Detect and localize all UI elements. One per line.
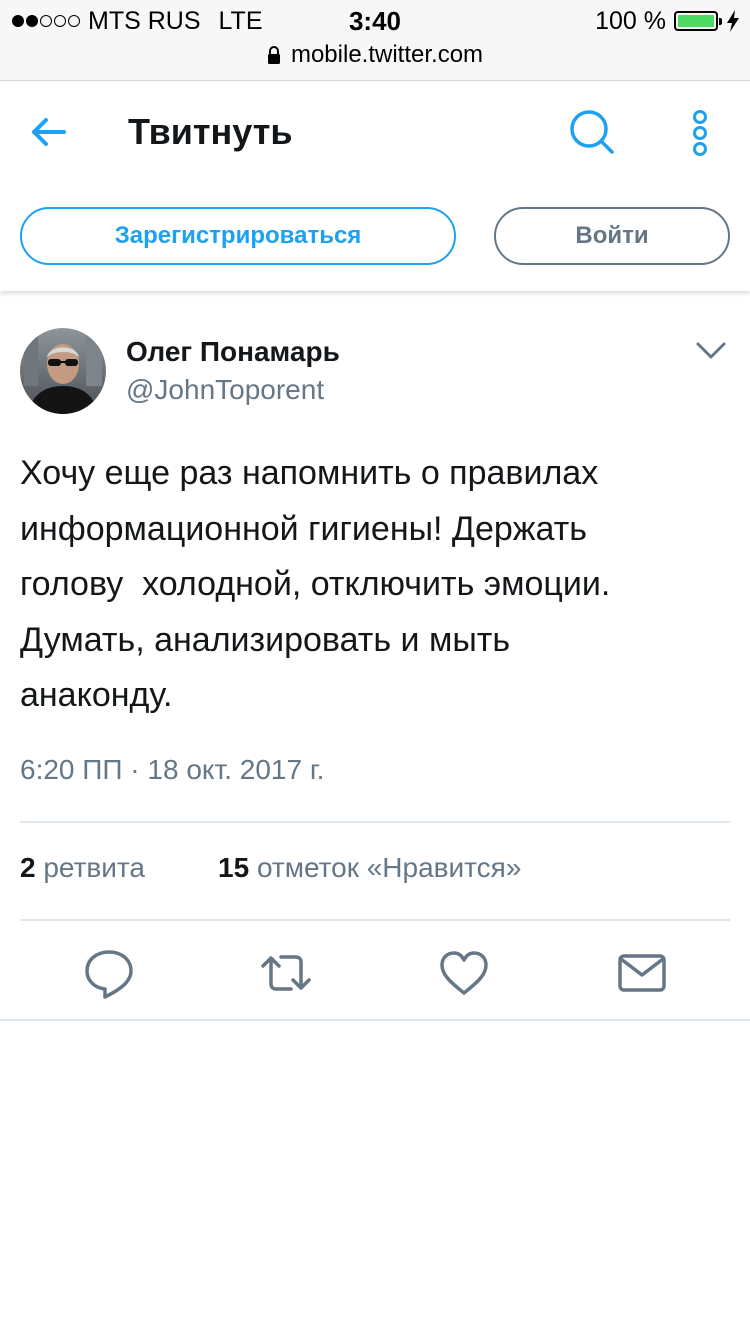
reply-icon[interactable]	[82, 946, 136, 1000]
network-label: LTE	[218, 6, 263, 35]
auth-bar: Зарегистрироваться Войти	[0, 185, 750, 291]
retweets-stat[interactable]: 2 ретвита	[20, 852, 145, 884]
tweet-text: Хочу еще раз напомнить о правилах информ…	[20, 454, 611, 714]
signup-button[interactable]: Зарегистрироваться	[20, 207, 456, 265]
signal-icon	[12, 15, 80, 27]
heart-icon[interactable]	[437, 946, 491, 1000]
tweet-timestamp[interactable]: 6:20 ПП · 18 окт. 2017 г.	[20, 754, 324, 786]
likes-stat[interactable]: 15 отметок «Нравится»	[218, 852, 521, 884]
divider	[0, 1019, 750, 1021]
search-icon[interactable]	[566, 107, 618, 159]
author-name[interactable]: Олег Понамарь	[126, 336, 340, 368]
battery-percent: 100 %	[595, 6, 666, 35]
likes-count: 15	[218, 852, 250, 883]
divider	[20, 919, 730, 921]
status-right: 100 %	[595, 6, 740, 36]
app-header: Твитнуть	[0, 81, 750, 185]
likes-label: отметок «Нравится»	[256, 852, 522, 883]
login-button[interactable]: Войти	[494, 207, 730, 265]
battery-icon	[674, 11, 722, 31]
lock-icon	[267, 46, 280, 64]
arrow-left-icon[interactable]	[26, 109, 72, 155]
tweet-actions	[0, 940, 750, 1020]
retweet-icon[interactable]	[259, 946, 313, 1000]
author-handle[interactable]: @JohnToporent	[126, 374, 324, 406]
chevron-down-icon[interactable]	[694, 336, 728, 366]
charging-icon	[727, 10, 739, 32]
url-bar[interactable]: mobile.twitter.com	[0, 38, 750, 72]
divider	[20, 821, 730, 823]
more-vertical-icon[interactable]	[684, 107, 716, 159]
screen: MTS RUS LTE 3:40 100 % mobile.twitter.co…	[0, 0, 750, 1334]
retweets-count: 2	[20, 852, 36, 883]
carrier-label: MTS RUS	[88, 6, 201, 35]
status-bar: MTS RUS LTE 3:40 100 % mobile.twitter.co…	[0, 0, 750, 81]
envelope-icon[interactable]	[615, 946, 669, 1000]
retweets-label: ретвита	[43, 852, 145, 883]
status-left: MTS RUS LTE	[12, 6, 263, 36]
avatar[interactable]	[20, 328, 106, 414]
url-text: mobile.twitter.com	[290, 41, 484, 68]
page-title: Твитнуть	[128, 111, 293, 152]
